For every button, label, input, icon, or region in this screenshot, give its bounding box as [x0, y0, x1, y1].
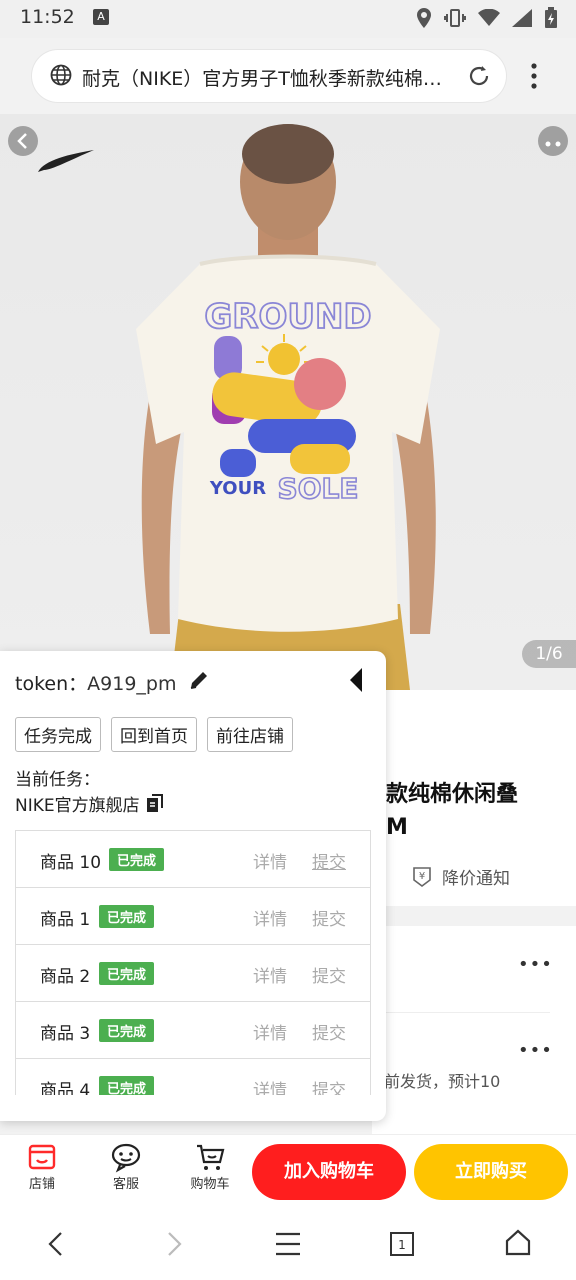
current-task-store: NIKE官方旗舰店 — [15, 791, 166, 816]
nav-menu-icon[interactable] — [274, 1230, 302, 1258]
notification-a-icon: A — [93, 9, 109, 25]
store-label: 店铺 — [28, 1177, 55, 1192]
product-title-line2: M — [386, 815, 408, 840]
price-notice-label: 降价通知 — [442, 869, 510, 889]
cart-tab[interactable]: 购物车 — [180, 1141, 240, 1192]
status-time: 11:52 — [20, 6, 75, 28]
page-title-url[interactable]: 耐克（NIKE）官方男子T恤秋季新款纯棉休闲叠M — [82, 64, 442, 91]
submit-link[interactable]: 提交 — [312, 1076, 346, 1095]
task-panel: token：A919_pm 任务完成 回到首页 前往店铺 当前任务： NIKE官… — [0, 651, 386, 1121]
location-icon — [417, 8, 431, 28]
back-button[interactable] — [8, 126, 38, 156]
divider — [384, 1012, 550, 1013]
browser-menu-icon[interactable] — [524, 60, 544, 92]
more-dots-icon — [545, 141, 561, 147]
token-row: token：A919_pm — [15, 669, 176, 696]
item-name: 商品 4 — [40, 1081, 91, 1095]
task-complete-button[interactable]: 任务完成 — [15, 717, 101, 752]
detail-link[interactable]: 详情 — [253, 962, 287, 987]
vibrate-icon — [444, 9, 466, 27]
edit-pencil-icon[interactable] — [188, 669, 210, 691]
svg-text:¥: ¥ — [419, 871, 425, 882]
signal-icon — [512, 9, 532, 27]
item-name: 商品 3 — [40, 1024, 91, 1044]
address-bar[interactable]: 耐克（NIKE）官方男子T恤秋季新款纯棉休闲叠M — [32, 50, 506, 102]
more-option-icon[interactable]: ••• — [518, 954, 553, 975]
shipping-info: 前发货，预计10 — [384, 1072, 501, 1091]
svg-text:1: 1 — [398, 1238, 406, 1252]
nav-home-icon[interactable] — [504, 1228, 532, 1258]
navigation-bar: 1 — [0, 1208, 576, 1280]
product-image[interactable]: GROUND YOUR SOLE — [0, 114, 576, 690]
nav-forward-icon[interactable] — [162, 1230, 186, 1258]
status-icons — [416, 7, 558, 29]
add-to-cart-button[interactable]: 加入购物车 — [252, 1144, 406, 1200]
submit-link[interactable]: 提交 — [312, 848, 346, 873]
more-option-icon-2[interactable]: ••• — [518, 1040, 553, 1061]
price-notice-button[interactable]: ¥ 降价通知 — [410, 864, 510, 889]
nav-tabs-icon[interactable]: 1 — [388, 1230, 416, 1258]
task-item-row: 商品 1 已完成 详情 提交 — [16, 888, 370, 945]
task-item-row: 商品 3 已完成 详情 提交 — [16, 1002, 370, 1059]
battery-icon — [545, 7, 557, 28]
nike-logo-icon — [38, 150, 94, 172]
buy-now-button[interactable]: 立即购买 — [414, 1144, 568, 1200]
go-store-button[interactable]: 前往店铺 — [207, 717, 293, 752]
status-bar: 11:52 A — [0, 0, 576, 38]
store-icon — [28, 1144, 56, 1170]
token-value: A919_pm — [87, 673, 177, 695]
current-task-store-name: NIKE官方旗舰店 — [15, 796, 140, 816]
price-drop-icon: ¥ — [413, 866, 431, 887]
product-title: 款纯棉休闲叠 M — [386, 778, 518, 844]
status-badge: 已完成 — [99, 1076, 155, 1095]
back-arrow-icon — [17, 133, 27, 149]
shopping-cart-icon — [197, 1144, 225, 1170]
service-label: 客服 — [112, 1177, 139, 1192]
wifi-icon — [478, 9, 500, 26]
copy-icon[interactable] — [146, 793, 166, 814]
status-badge: 已完成 — [99, 1019, 155, 1042]
product-title-line1: 款纯棉休闲叠 — [386, 782, 519, 807]
task-item-row: 商品 10 已完成 详情 提交 — [16, 831, 370, 888]
status-badge: 已完成 — [109, 848, 165, 871]
image-counter: 1/6 — [522, 640, 576, 668]
detail-link[interactable]: 详情 — [253, 1019, 287, 1044]
cart-label: 购物车 — [190, 1177, 230, 1192]
submit-link[interactable]: 提交 — [312, 905, 346, 930]
detail-link[interactable]: 详情 — [253, 848, 287, 873]
print-text-top: GROUND — [204, 297, 371, 337]
task-item-row: 商品 2 已完成 详情 提交 — [16, 945, 370, 1002]
product-photo: GROUND YOUR SOLE — [38, 124, 440, 690]
item-name: 商品 2 — [40, 967, 91, 987]
print-text-left: YOUR — [209, 478, 266, 499]
reload-icon[interactable] — [466, 63, 492, 89]
store-tab[interactable]: 店铺 — [12, 1141, 72, 1192]
item-name: 商品 1 — [40, 910, 91, 930]
more-button[interactable] — [538, 126, 568, 156]
collapse-panel-icon[interactable] — [348, 667, 364, 693]
task-item-row: 商品 4 已完成 详情 提交 — [16, 1059, 370, 1095]
detail-link[interactable]: 详情 — [253, 1076, 287, 1095]
status-badge: 已完成 — [99, 962, 155, 985]
task-item-list[interactable]: 商品 10 已完成 详情 提交 商品 1 已完成 详情 提交 商品 2 已完成 … — [15, 830, 371, 1095]
bottom-action-bar: 店铺 客服 购物车 加入购物车 立即购买 — [0, 1134, 576, 1209]
submit-link[interactable]: 提交 — [312, 1019, 346, 1044]
panel-button-row: 任务完成 回到首页 前往店铺 — [15, 717, 293, 752]
print-text-right: SOLE — [278, 472, 359, 505]
service-tab[interactable]: 客服 — [96, 1141, 156, 1192]
globe-icon — [50, 64, 72, 86]
current-task-label: 当前任务： — [15, 770, 100, 790]
customer-service-icon — [111, 1143, 141, 1173]
nav-back-icon[interactable] — [44, 1230, 68, 1258]
submit-link[interactable]: 提交 — [312, 962, 346, 987]
item-name: 商品 10 — [40, 853, 102, 873]
status-badge: 已完成 — [99, 905, 155, 928]
back-home-button[interactable]: 回到首页 — [111, 717, 197, 752]
token-label: token： — [15, 673, 88, 695]
detail-link[interactable]: 详情 — [253, 905, 287, 930]
